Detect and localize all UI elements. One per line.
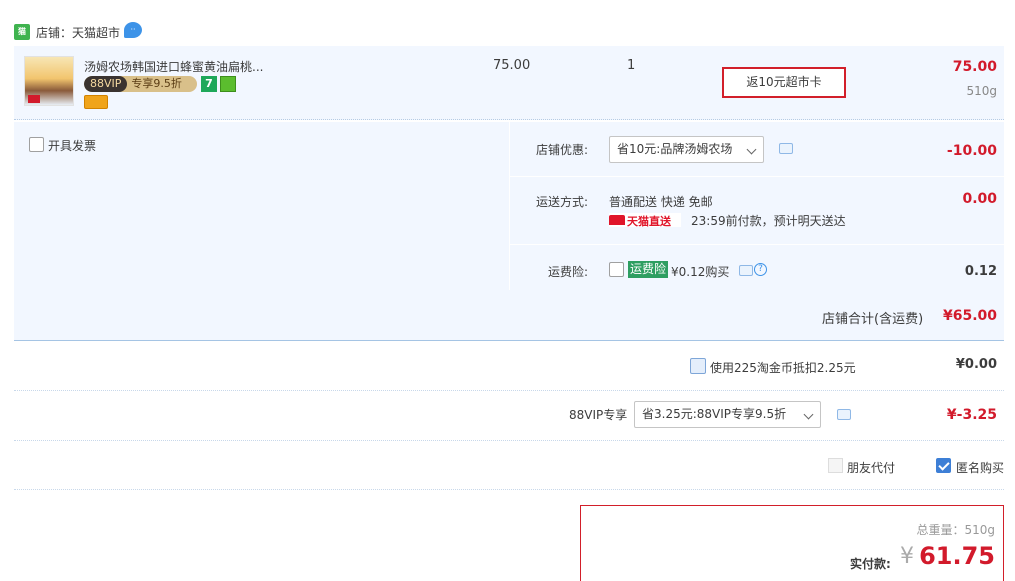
coins-label[interactable]: 使用225淘金币抵扣2.25元 xyxy=(710,359,856,376)
total-weight-label: 总重量： xyxy=(916,523,965,537)
pay-currency: ¥ xyxy=(900,544,914,569)
wangwang-chat-icon[interactable]: ·· xyxy=(124,22,142,38)
total-weight: 总重量：510g xyxy=(916,521,995,538)
invoice-checkbox[interactable] xyxy=(29,137,44,152)
shipping-value: 0.00 xyxy=(962,191,997,207)
chevron-down-icon xyxy=(803,409,814,420)
shop-discount-selected: 省10元:品牌汤姆农场 xyxy=(617,142,733,156)
thumbnail-badge xyxy=(28,95,40,103)
vip-discount-label: 88VIP专享 xyxy=(569,408,628,422)
tmall-direct-icon: 天猫直送 xyxy=(609,213,681,228)
insurance-price: ¥0.12购买 xyxy=(671,265,730,279)
vip-discount-selected: 省3.25元:88VIP专享9.5折 xyxy=(642,407,787,421)
divider xyxy=(510,176,1004,177)
insurance-badge: 运费险 xyxy=(628,261,669,278)
quantity: 1 xyxy=(627,58,636,73)
pay-amount: 61.75 xyxy=(919,542,995,570)
divider xyxy=(14,390,1004,391)
friend-pay-label[interactable]: 朋友代付 xyxy=(847,459,895,476)
shop-discount-value: -10.00 xyxy=(946,143,997,159)
guarantee-icon xyxy=(220,76,236,92)
shop-discount-select[interactable]: 省10元:品牌汤姆农场 xyxy=(609,136,764,163)
coins-value: ¥0.00 xyxy=(955,357,997,372)
message-icon[interactable] xyxy=(779,143,793,154)
insurance-value: 0.12 xyxy=(964,264,997,279)
chevron-down-icon xyxy=(746,144,757,155)
help-icon[interactable]: ? xyxy=(754,263,767,276)
shipping-method: 普通配送 快递 免邮 xyxy=(609,195,713,209)
insurance-label: 运费险: xyxy=(547,265,588,279)
divider xyxy=(510,244,1004,245)
vip-tag-left: 88VIP xyxy=(84,76,128,92)
delivery-note: 23:59前付款，预计明天送达 xyxy=(691,214,846,228)
total-weight-value: 510g xyxy=(964,523,995,537)
message-icon[interactable] xyxy=(837,409,851,420)
divider xyxy=(14,489,1004,490)
seven-day-return-icon: 7 xyxy=(201,76,217,92)
shop-total-label: 店铺合计(含运费) xyxy=(822,312,924,327)
insurance-checkbox[interactable] xyxy=(609,262,624,277)
vip-discount-select[interactable]: 省3.25元:88VIP专享9.5折 xyxy=(634,401,821,428)
coins-checkbox[interactable] xyxy=(690,358,706,374)
shop-total-value: ¥65.00 xyxy=(942,308,997,324)
shipping-label: 运送方式: xyxy=(535,195,588,209)
vip-discount-tag: 88VIP 专享9.5折 xyxy=(84,76,197,92)
tmall-direct-label: 天猫直送 xyxy=(627,215,671,228)
friend-pay-checkbox[interactable] xyxy=(828,458,843,473)
divider xyxy=(14,440,1004,441)
product-title[interactable]: 汤姆农场韩国进口蜂蜜黄油扁桃... xyxy=(84,58,269,75)
card-icon xyxy=(84,95,108,109)
item-subtotal: 75.00 xyxy=(952,59,997,75)
shop-name[interactable]: 店铺：天猫超市 xyxy=(36,24,120,41)
vip-tag-right: 专享9.5折 xyxy=(131,77,182,90)
vip-discount-value: ¥-3.25 xyxy=(946,407,997,423)
unit-price: 75.00 xyxy=(493,58,531,73)
rebate-label: 返10元超市卡 xyxy=(722,67,846,98)
anonymous-label[interactable]: 匿名购买 xyxy=(956,459,1004,476)
pay-label: 实付款: xyxy=(850,557,891,571)
anonymous-checkbox[interactable] xyxy=(936,458,951,473)
shop-discount-label: 店铺优惠: xyxy=(535,143,588,157)
item-weight: 510g xyxy=(966,84,997,98)
tmall-cat-icon xyxy=(609,215,625,225)
tmall-supermarket-icon: 猫 xyxy=(14,24,30,40)
invoice-label[interactable]: 开具发票 xyxy=(48,137,96,154)
message-icon[interactable] xyxy=(739,265,753,276)
